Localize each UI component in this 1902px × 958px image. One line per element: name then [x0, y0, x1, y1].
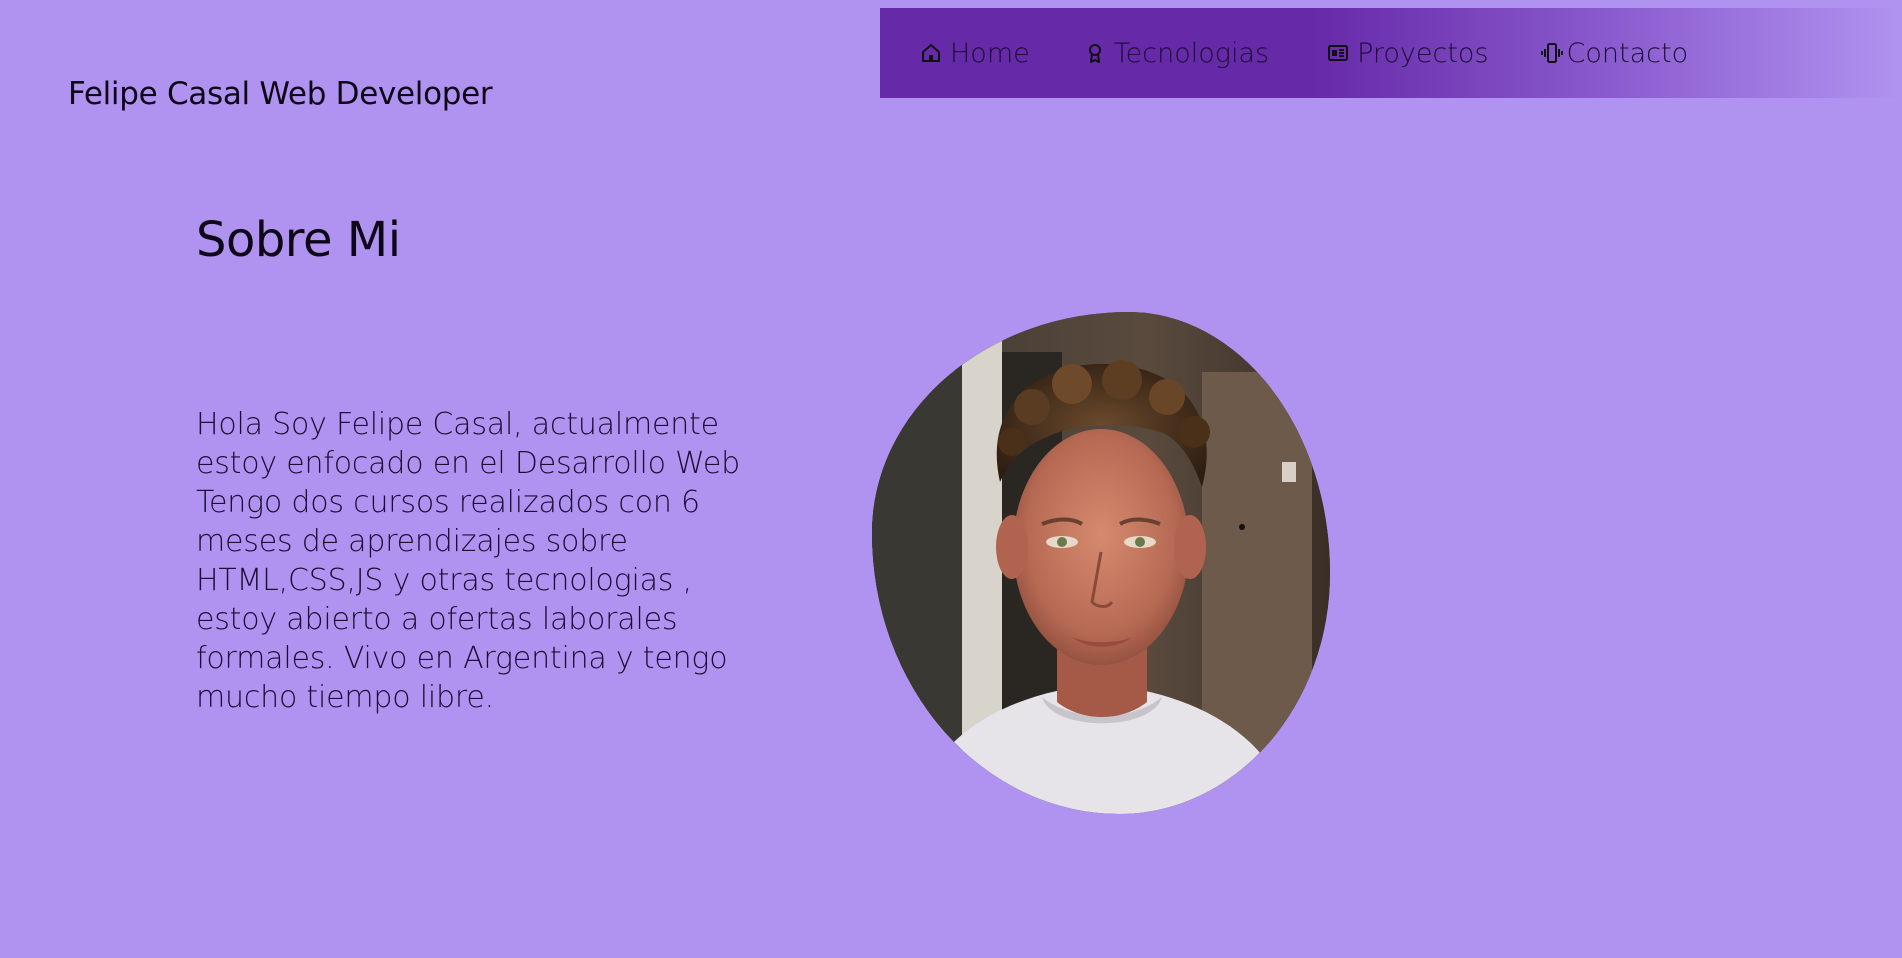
profile-photo — [872, 312, 1330, 814]
nav-item-label: Contacto — [1566, 37, 1689, 69]
nav-item-contacto[interactable]: Contacto — [1539, 37, 1689, 69]
nav-item-label: Home — [950, 37, 1030, 69]
about-title: Sobre Mi — [196, 212, 401, 268]
award-icon — [1082, 40, 1108, 66]
site-brand: Felipe Casal Web Developer — [68, 76, 493, 112]
about-text: Hola Soy Felipe Casal, actualmente estoy… — [196, 407, 740, 715]
nav-item-home[interactable]: Home — [918, 38, 1030, 69]
nav-item-proyectos[interactable]: Proyectos — [1325, 37, 1489, 69]
home-icon — [918, 40, 944, 66]
nav-item-tecnologias[interactable]: Tecnologias — [1082, 38, 1269, 69]
nav-item-label: Proyectos — [1357, 37, 1489, 69]
phone-vibrate-icon — [1539, 40, 1565, 66]
main-navbar: Home Tecnologias Proyectos Contacto — [880, 8, 1902, 98]
newspaper-icon — [1325, 40, 1351, 66]
nav-item-label: Tecnologias — [1113, 37, 1270, 69]
